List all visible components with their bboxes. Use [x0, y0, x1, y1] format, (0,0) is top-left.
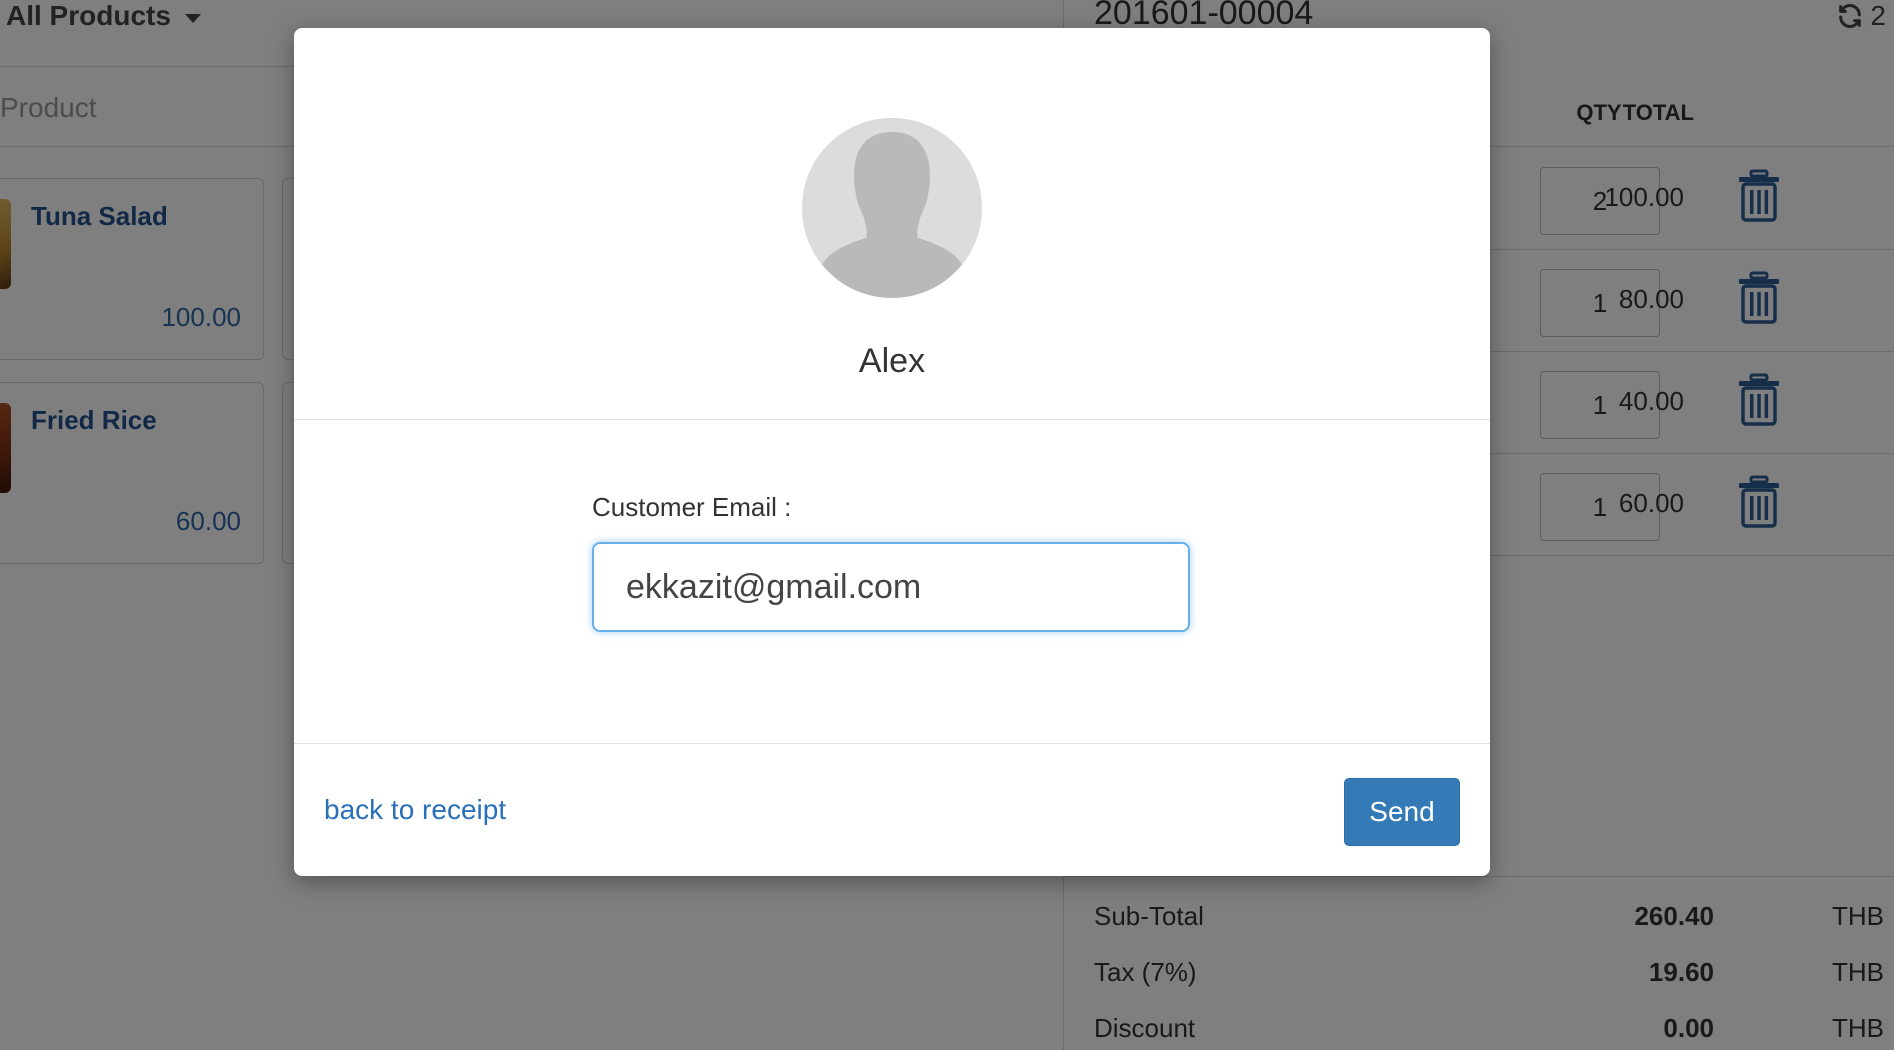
back-to-receipt-link[interactable]: back to receipt [324, 794, 506, 826]
email-receipt-modal: Alex Customer Email : back to receipt Se… [294, 28, 1490, 876]
customer-name: Alex [858, 342, 926, 380]
user-silhouette-icon [802, 118, 982, 298]
modal-header: Alex [294, 28, 1490, 420]
send-button[interactable]: Send [1344, 778, 1460, 846]
email-field-label: Customer Email : [592, 492, 792, 522]
avatar [802, 118, 982, 298]
customer-email-field[interactable] [592, 542, 1190, 632]
modal-footer: back to receipt Send [294, 744, 1490, 876]
modal-body: Customer Email : [294, 420, 1490, 744]
